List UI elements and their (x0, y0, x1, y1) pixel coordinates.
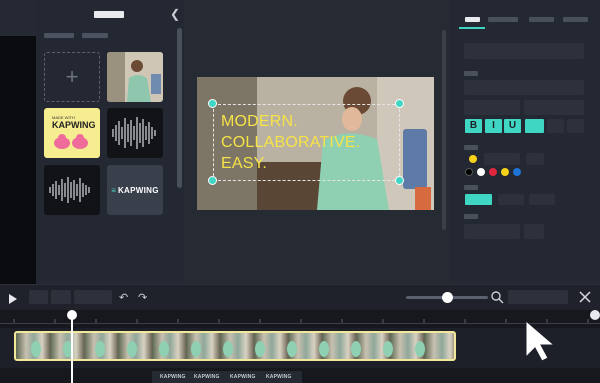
resize-handle-top-left[interactable] (208, 99, 217, 108)
color-swatch-yellow-selected[interactable] (469, 155, 477, 163)
color-swatch-red[interactable] (489, 168, 497, 176)
color-swatch-black[interactable] (465, 168, 473, 176)
redo-icon[interactable]: ↷ (138, 292, 147, 304)
media-panel-title (94, 11, 124, 18)
collapse-panel-icon[interactable]: ❮ (170, 7, 182, 21)
footer-logo-3: KAPWING (230, 374, 256, 380)
tab-timing[interactable] (529, 17, 554, 22)
bold-button[interactable]: B (465, 119, 482, 133)
headline-line-3: EASY. (221, 155, 268, 172)
color-swatch-blue[interactable] (513, 168, 521, 176)
background-option-active[interactable] (465, 194, 492, 205)
play-icon[interactable] (9, 294, 17, 304)
zoom-slider-knob[interactable] (442, 292, 453, 303)
girl-photo-thumbnail (107, 52, 163, 102)
sidebar-header (0, 0, 36, 36)
kapwing-wordmark: KAPWING (52, 120, 96, 130)
italic-button[interactable]: I (485, 119, 502, 133)
resize-handle-bottom-right[interactable] (395, 176, 404, 185)
fit-timeline-button[interactable] (508, 290, 568, 304)
active-tab-indicator (459, 27, 485, 29)
color-hex-field[interactable] (484, 153, 520, 165)
tab-effects[interactable] (488, 17, 518, 22)
background-label (464, 185, 478, 190)
align-center-button[interactable] (547, 119, 564, 133)
footer-logo-1: KAPWING (160, 374, 186, 380)
playhead-line[interactable] (71, 313, 73, 383)
media-tile-waveform-1[interactable] (107, 108, 163, 158)
font-select[interactable] (464, 80, 584, 95)
background-option-3[interactable] (529, 194, 555, 205)
media-tile-photo[interactable] (107, 52, 163, 102)
media-subtab-2[interactable] (82, 33, 108, 38)
media-tile-kapwing-yellow[interactable]: MADE WITH KAPWING (44, 108, 100, 158)
time-display (74, 290, 112, 304)
kapwing-logo-text: KAPWING (117, 185, 159, 195)
duplicate-button[interactable] (51, 290, 71, 304)
align-right-button[interactable] (567, 119, 584, 133)
undo-icon[interactable]: ↶ (119, 292, 128, 304)
font-weight-field[interactable] (524, 100, 584, 115)
footer-logo-2: KAPWING (194, 374, 220, 380)
clip-filmstrip (31, 341, 425, 357)
font-size-field[interactable] (464, 100, 520, 115)
opacity-field[interactable] (526, 153, 544, 165)
headline-line-1: MODERN. (221, 113, 298, 130)
canvas-headline-text[interactable]: MODERN. COLLABORATIVE. EASY. (221, 111, 391, 174)
footer-logo-4: KAPWING (266, 374, 292, 380)
animation-select[interactable] (464, 224, 520, 239)
tab-edit[interactable] (465, 17, 480, 22)
media-tile-kapwing-logo[interactable]: ≡ KAPWING (107, 165, 163, 215)
underline-button[interactable]: U (504, 119, 521, 133)
font-label (464, 71, 478, 76)
headline-line-2: COLLABORATIVE. (221, 134, 361, 151)
timeline-ruler[interactable] (0, 310, 600, 324)
upload-tile[interactable]: + (44, 52, 100, 102)
canvas-scrollbar[interactable] (442, 30, 446, 230)
align-button[interactable] (525, 119, 544, 133)
color-swatch-yellow[interactable] (501, 168, 509, 176)
waveform-icon (112, 117, 156, 149)
tab-layers[interactable] (563, 17, 588, 22)
animation-speed[interactable] (524, 224, 544, 239)
media-scrollbar[interactable] (177, 28, 182, 188)
timeline-end-handle[interactable] (590, 310, 600, 320)
color-swatch-white[interactable] (477, 168, 485, 176)
left-sidebar (0, 0, 36, 284)
animation-label (464, 214, 478, 219)
media-subtab-1[interactable] (44, 33, 74, 38)
color-label (464, 145, 478, 150)
video-clip[interactable] (14, 331, 456, 361)
resize-handle-top-right[interactable] (395, 99, 404, 108)
cats-illustration (54, 134, 88, 149)
plus-icon: + (65, 64, 79, 89)
playhead-handle[interactable] (67, 310, 77, 320)
search-zoom-icon[interactable] (490, 290, 504, 304)
close-icon[interactable] (578, 290, 592, 304)
kapwing-editor: ❮ + MADE WITH KAPWING ≡ KAPWING MODERN. … (0, 0, 600, 383)
background-option-2[interactable] (498, 194, 524, 205)
mouse-cursor-icon (525, 319, 556, 362)
split-button[interactable] (29, 290, 48, 304)
media-tile-waveform-2[interactable] (44, 165, 100, 215)
waveform-icon (49, 177, 90, 203)
kapwing-logo-icon: ≡ (111, 185, 116, 195)
text-content-field[interactable] (464, 43, 584, 59)
resize-handle-bottom-left[interactable] (208, 176, 217, 185)
